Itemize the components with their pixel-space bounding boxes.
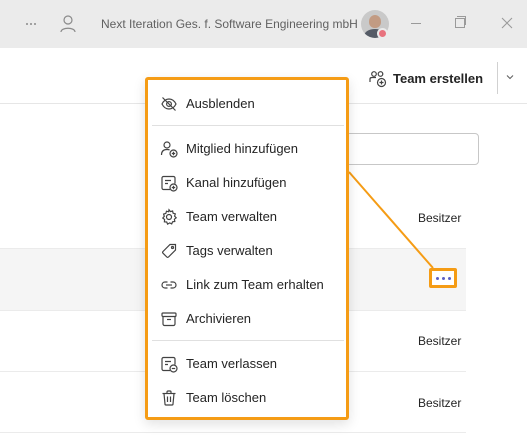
person-icon[interactable] xyxy=(58,13,78,35)
owner-label: Besitzer xyxy=(418,334,462,348)
menu-item-label: Team löschen xyxy=(186,390,267,405)
team-context-menu: Ausblenden Mitglied hinzufügen Kanal hin… xyxy=(145,77,349,420)
channel-add-icon xyxy=(160,174,178,192)
archive-icon xyxy=(160,310,178,328)
menu-item-label: Mitglied hinzufügen xyxy=(186,141,299,156)
menu-item-label: Archivieren xyxy=(186,311,252,326)
link-icon xyxy=(160,276,178,294)
close-icon[interactable] xyxy=(501,17,513,29)
create-team-button[interactable]: Team erstellen xyxy=(368,66,483,90)
header-divider xyxy=(497,62,498,94)
menu-item-label: Team verwalten xyxy=(186,209,278,224)
minimize-icon[interactable] xyxy=(411,23,421,24)
chevron-down-icon[interactable] xyxy=(504,71,516,83)
menu-divider xyxy=(152,125,344,126)
menu-item-archive[interactable]: Archivieren xyxy=(148,302,346,336)
menu-item-leave-team[interactable]: Team verlassen xyxy=(148,347,346,381)
owner-label: Besitzer xyxy=(418,396,462,410)
menu-item-get-link[interactable]: Link zum Team erhalten xyxy=(148,268,346,302)
menu-item-label: Team verlassen xyxy=(186,356,278,371)
more-options-button[interactable] xyxy=(429,268,457,288)
menu-item-label: Kanal hinzufügen xyxy=(186,175,287,190)
row-divider xyxy=(0,432,466,433)
menu-item-hide[interactable]: Ausblenden xyxy=(148,87,346,121)
person-add-icon xyxy=(160,140,178,158)
title-bar: Next Iteration Ges. f. Software Engineer… xyxy=(0,0,527,48)
leave-icon xyxy=(160,355,178,373)
people-add-icon xyxy=(368,69,387,88)
menu-item-label: Tags verwalten xyxy=(186,243,273,258)
create-team-label: Team erstellen xyxy=(393,70,484,86)
menu-item-add-channel[interactable]: Kanal hinzufügen xyxy=(148,166,346,200)
menu-item-delete-team[interactable]: Team löschen xyxy=(148,381,346,415)
menu-item-manage-team[interactable]: Team verwalten xyxy=(148,200,346,234)
organization-name: Next Iteration Ges. f. Software Engineer… xyxy=(101,17,358,31)
trash-icon xyxy=(160,389,178,407)
search-input[interactable] xyxy=(340,133,479,165)
owner-label: Besitzer xyxy=(418,211,462,225)
menu-item-label: Ausblenden xyxy=(186,96,255,111)
restore-icon[interactable] xyxy=(455,16,466,28)
menu-item-add-member[interactable]: Mitglied hinzufügen xyxy=(148,132,346,166)
more-horizontal-icon[interactable] xyxy=(21,14,41,34)
menu-divider xyxy=(152,340,344,341)
presence-status-badge xyxy=(377,28,388,39)
eye-off-icon xyxy=(160,95,178,113)
tag-icon xyxy=(160,242,178,260)
gear-icon xyxy=(160,208,178,226)
menu-item-label: Link zum Team erhalten xyxy=(186,277,324,292)
menu-item-manage-tags[interactable]: Tags verwalten xyxy=(148,234,346,268)
